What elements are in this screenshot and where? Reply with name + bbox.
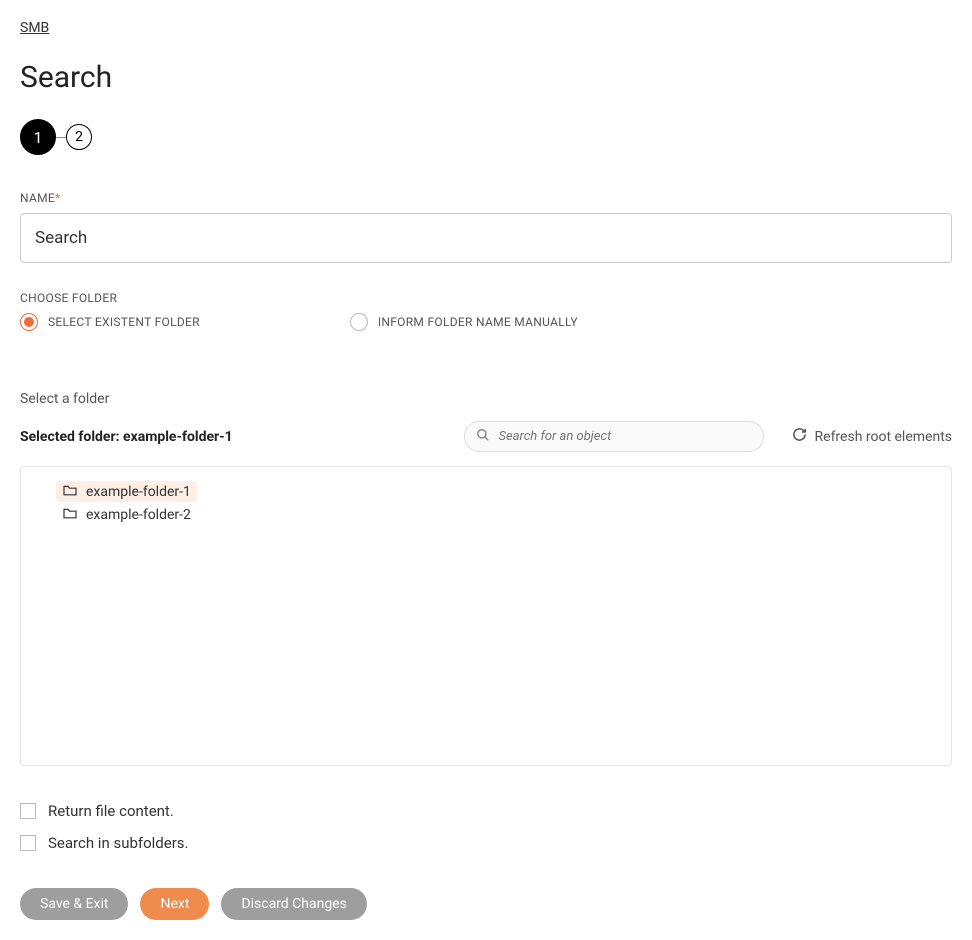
select-folder-subtitle: Select a folder bbox=[20, 391, 952, 407]
object-search-input[interactable] bbox=[464, 421, 764, 452]
tree-item-label: example-folder-2 bbox=[86, 508, 191, 522]
required-indicator: * bbox=[55, 191, 60, 205]
radio-label: INFORM FOLDER NAME MANUALLY bbox=[378, 315, 578, 329]
radio-icon bbox=[350, 313, 368, 331]
choose-folder-label: CHOOSE FOLDER bbox=[20, 291, 952, 305]
checkbox-icon bbox=[20, 803, 36, 819]
object-search[interactable] bbox=[464, 421, 764, 452]
refresh-icon bbox=[792, 427, 807, 446]
folder-icon bbox=[62, 507, 78, 522]
folder-icon bbox=[62, 484, 78, 499]
name-label: NAME* bbox=[20, 191, 952, 205]
tree-item-example-folder-1[interactable]: example-folder-1 bbox=[56, 481, 197, 502]
step-connector bbox=[56, 137, 66, 138]
checkbox-icon bbox=[20, 835, 36, 851]
radio-inform-manually[interactable]: INFORM FOLDER NAME MANUALLY bbox=[350, 313, 578, 331]
checkbox-label: Search in subfolders. bbox=[48, 834, 189, 852]
selected-folder-text: Selected folder: example-folder-1 bbox=[20, 429, 233, 445]
choose-folder-radios: SELECT EXISTENT FOLDER INFORM FOLDER NAM… bbox=[20, 313, 952, 331]
page-title: Search bbox=[20, 60, 952, 95]
radio-select-existent[interactable]: SELECT EXISTENT FOLDER bbox=[20, 313, 200, 331]
tree-item-example-folder-2[interactable]: example-folder-2 bbox=[56, 504, 197, 525]
folder-tree: example-folder-1 example-folder-2 bbox=[20, 466, 952, 766]
step-2[interactable]: 2 bbox=[66, 124, 92, 150]
checkbox-return-file-content[interactable]: Return file content. bbox=[20, 802, 952, 820]
refresh-label: Refresh root elements bbox=[815, 429, 952, 445]
search-icon bbox=[476, 428, 490, 446]
radio-icon bbox=[20, 313, 38, 331]
step-1[interactable]: 1 bbox=[20, 119, 56, 155]
save-exit-button[interactable]: Save & Exit bbox=[20, 888, 128, 920]
discard-changes-button[interactable]: Discard Changes bbox=[221, 888, 366, 920]
radio-label: SELECT EXISTENT FOLDER bbox=[48, 315, 200, 329]
refresh-root-elements[interactable]: Refresh root elements bbox=[792, 427, 952, 446]
checkbox-search-subfolders[interactable]: Search in subfolders. bbox=[20, 834, 952, 852]
next-button[interactable]: Next bbox=[140, 888, 209, 920]
name-input[interactable] bbox=[20, 213, 952, 263]
stepper: 1 2 bbox=[20, 119, 952, 155]
breadcrumb-smb[interactable]: SMB bbox=[20, 20, 49, 36]
tree-item-label: example-folder-1 bbox=[86, 485, 191, 499]
checkbox-label: Return file content. bbox=[48, 802, 174, 820]
